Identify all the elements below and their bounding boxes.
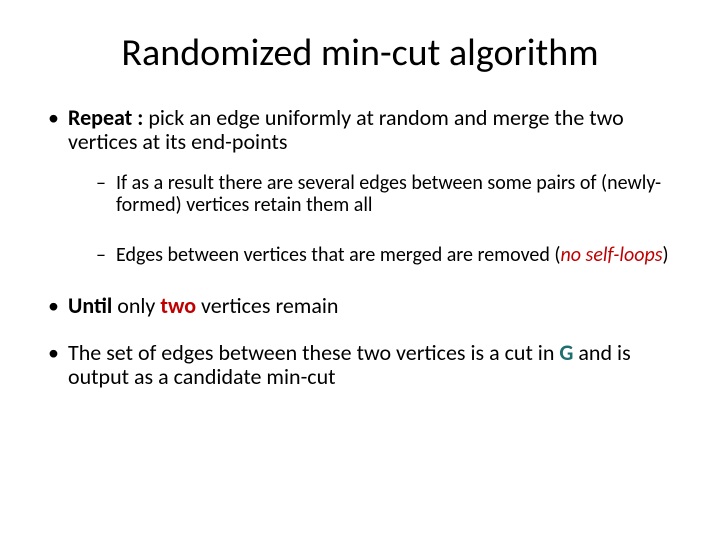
until-only: only <box>112 292 160 319</box>
output-pre: The set of edges between these two verti… <box>68 339 559 366</box>
sub-bullet-list: If as a result there are several edges b… <box>92 172 680 266</box>
slide: Randomized min-cut algorithm Repeat : pi… <box>0 0 720 540</box>
noloops-pre: Edges between vertices that are merged a… <box>116 243 560 267</box>
sub-bullet-retain: If as a result there are several edges b… <box>92 172 680 216</box>
noloops-em: no self-loops <box>560 243 662 267</box>
bullet-output: The set of edges between these two verti… <box>40 341 680 389</box>
bullet-repeat: Repeat : pick an edge uniformly at rando… <box>40 106 680 266</box>
bullet-until: Until only two vertices remain <box>40 294 680 318</box>
output-g: G <box>559 339 573 366</box>
noloops-post: ) <box>663 243 669 267</box>
until-two: two <box>160 292 196 319</box>
repeat-text: pick an edge uniformly at random and mer… <box>68 104 624 155</box>
until-word: Until <box>68 292 112 319</box>
slide-title: Randomized min-cut algorithm <box>40 30 680 76</box>
repeat-label: Repeat : <box>68 104 148 131</box>
sub-bullet-noloops: Edges between vertices that are merged a… <box>92 244 680 266</box>
until-remain: vertices remain <box>196 292 338 319</box>
bullet-list: Repeat : pick an edge uniformly at rando… <box>40 106 680 389</box>
